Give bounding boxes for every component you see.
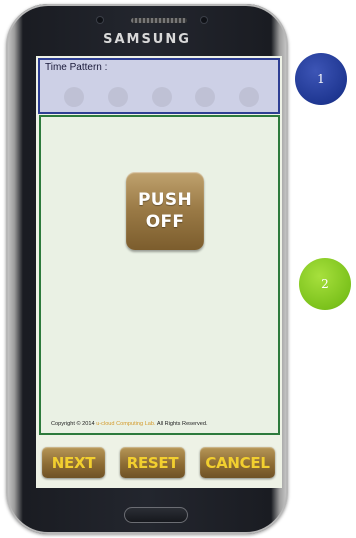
time-pattern-label: Time Pattern :	[45, 62, 108, 73]
copyright-suffix: All Rights Reserved.	[156, 421, 208, 427]
earpiece-speaker	[131, 18, 187, 23]
callout-badge-2: 2	[299, 258, 351, 310]
pattern-dot	[64, 87, 84, 107]
pattern-dot	[195, 87, 215, 107]
brand-logo: SAMSUNG	[103, 32, 191, 47]
push-area-panel: PUSH OFF Copyright © 2014 u-cloud Comput…	[39, 115, 280, 435]
pattern-dot	[108, 87, 128, 107]
pattern-dot	[152, 87, 172, 107]
push-button-line1: PUSH	[138, 190, 192, 210]
front-camera-icon	[201, 17, 207, 23]
bottom-button-bar: NEXT RESET CANCEL	[36, 436, 282, 484]
reset-button[interactable]: RESET	[120, 447, 185, 478]
phone-frame: SAMSUNG Time Pattern : PUSH OFF Copyrigh…	[6, 4, 288, 534]
push-button-line2: OFF	[145, 212, 185, 232]
next-button[interactable]: NEXT	[42, 447, 105, 478]
sensor-icon	[97, 17, 103, 23]
copyright-lab: u-cloud Computing Lab.	[96, 421, 156, 427]
home-button[interactable]	[124, 507, 188, 523]
copyright-prefix: Copyright © 2014	[51, 421, 95, 427]
stage: SAMSUNG Time Pattern : PUSH OFF Copyrigh…	[0, 0, 356, 538]
copyright-notice: Copyright © 2014 u-cloud Computing Lab. …	[51, 421, 208, 427]
cancel-button[interactable]: CANCEL	[200, 447, 275, 478]
push-off-button[interactable]: PUSH OFF	[126, 172, 204, 250]
callout-badge-1: 1	[295, 53, 347, 105]
pattern-dot	[239, 87, 259, 107]
app-screen: Time Pattern : PUSH OFF Copyright © 2014…	[36, 56, 282, 488]
time-pattern-panel: Time Pattern :	[38, 58, 280, 114]
